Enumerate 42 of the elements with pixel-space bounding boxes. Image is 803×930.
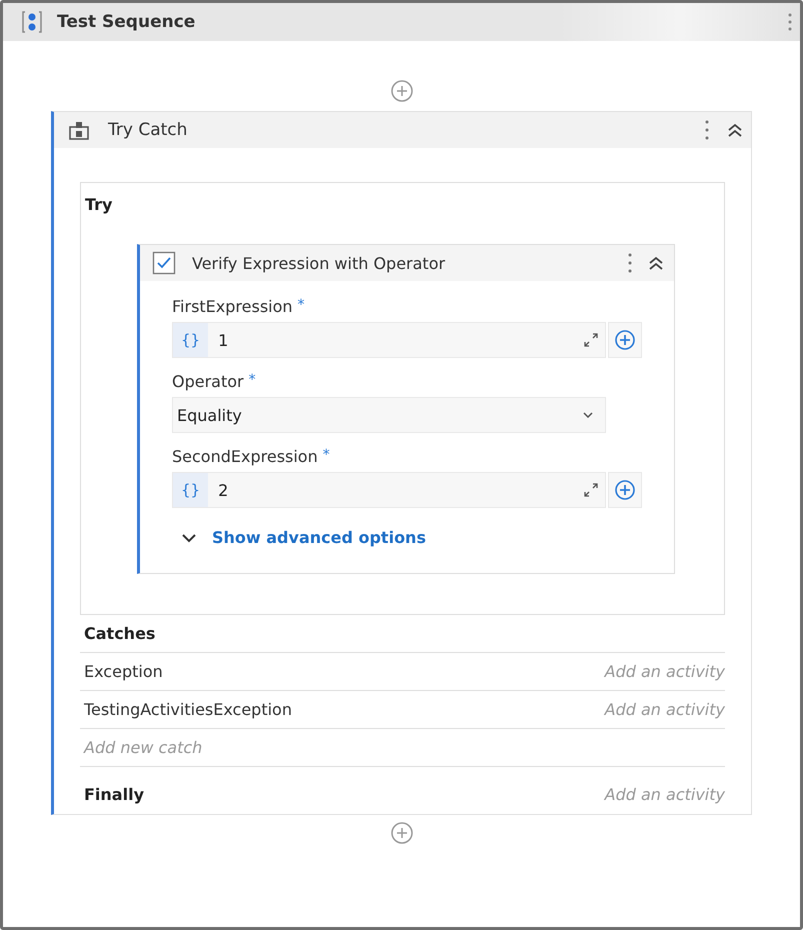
expression-field[interactable]: {} 2 — [172, 472, 606, 508]
operator-dropdown[interactable]: Equality — [172, 397, 606, 433]
chevron-icon[interactable] — [182, 532, 196, 542]
try-catch-icon — [68, 119, 90, 141]
exception-name: Exception — [84, 662, 163, 681]
add-activity-icon[interactable] — [390, 821, 414, 845]
expression-prefix: {} — [173, 473, 208, 507]
add-activity-placeholder[interactable]: Add an activity — [604, 662, 725, 681]
exception-name: TestingActivitiesException — [84, 700, 292, 719]
required-mark: * — [248, 372, 256, 390]
plus-icon — [614, 329, 636, 351]
sequence-icon — [21, 10, 43, 34]
add-variable-button[interactable] — [608, 472, 642, 508]
expression-field[interactable]: {} 1 — [172, 322, 606, 358]
plus-icon — [614, 479, 636, 501]
more-options-icon[interactable] — [788, 13, 792, 31]
add-catch-link[interactable]: Add new catch — [84, 738, 202, 757]
finally-label: Finally — [84, 785, 144, 804]
add-variable-button[interactable] — [608, 322, 642, 358]
add-activity-placeholder[interactable]: Add an activity — [604, 700, 725, 719]
advanced-options-link[interactable]: Show advanced options — [212, 528, 426, 547]
caret-icon — [583, 412, 593, 418]
checkbox-icon — [152, 251, 176, 275]
field-label: FirstExpression — [172, 297, 293, 316]
catches-label: Catches — [84, 624, 156, 643]
more-options-icon[interactable] — [628, 253, 632, 273]
activity-title: Verify Expression with Operator — [192, 254, 446, 272]
expand-icon[interactable] — [583, 332, 599, 348]
field-label: Operator — [172, 372, 244, 391]
try-catch-title: Try Catch — [108, 120, 188, 140]
more-options-icon[interactable] — [705, 120, 709, 140]
try-label: Try — [85, 195, 114, 214]
required-mark: * — [298, 297, 305, 315]
collapse-icon[interactable] — [648, 255, 664, 271]
add-activity-placeholder[interactable]: Add an activity — [604, 785, 725, 804]
add-activity-icon[interactable] — [390, 79, 414, 103]
required-mark: * — [322, 447, 330, 465]
expand-icon[interactable] — [583, 482, 599, 498]
expression-prefix: {} — [173, 323, 208, 357]
field-label: SecondExpression — [172, 447, 318, 466]
collapse-icon[interactable] — [727, 122, 743, 138]
sequence-title: Test Sequence — [57, 12, 196, 32]
